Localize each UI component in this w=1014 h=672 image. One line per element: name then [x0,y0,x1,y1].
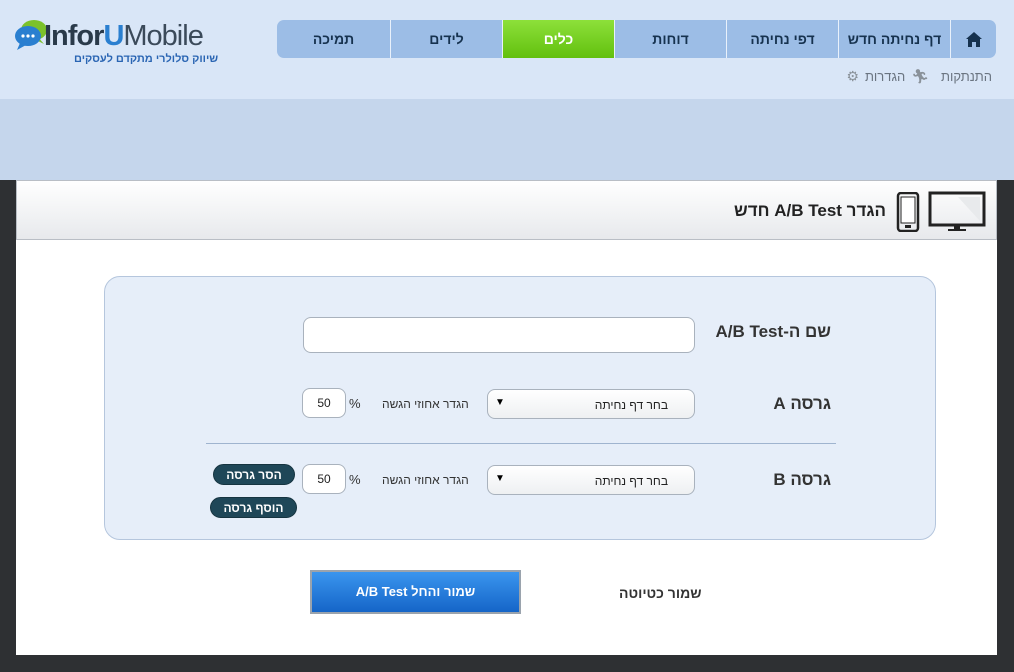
ab-test-form: שם ה-A/B Test גרסה A בחר דף נחיתה ▼ הגדר… [104,276,936,540]
version-b-label: גרסה B [773,470,831,489]
settings-link[interactable]: הגדרות [865,69,905,84]
save-draft-button[interactable]: שמור כטיוטה [619,585,702,601]
logo-part-1: Infor [44,20,104,52]
nav-new-landing-page[interactable]: דף נחיתה חדש [838,20,950,58]
version-a-select-value: בחר דף נחיתה [594,398,668,412]
header-subband [0,99,1014,180]
save-and-start-button[interactable]: שמור והחל A/B Test [310,570,521,614]
dropdown-arrow-icon: ▼ [495,473,505,484]
remove-version-button[interactable]: הסר גרסה [213,464,295,485]
add-version-button[interactable]: הוסף גרסה [210,497,297,518]
ab-test-panel: הגדר A/B Test חדש שם ה-A/B Test גרסה A ב… [16,180,997,655]
versions-divider [206,443,836,444]
gear-icon: ⚙ [846,68,859,84]
version-b-percent-label: הגדר אחוזי הגשה [382,473,469,487]
version-a-percent-sign: % [349,396,361,411]
logo-part-3: Mobile [123,20,203,52]
version-b-select-value: בחר דף נחיתה [594,474,668,488]
chat-bubbles-icon [15,20,47,50]
main-nav: דף נחיתה חדש דפי נחיתה דוחות כלים לידים … [277,20,996,58]
monitor-icon[interactable] [928,191,986,233]
version-b-percent-input[interactable]: 50 [302,464,346,494]
version-a-percent-input[interactable]: 50 [302,388,346,418]
logout-link[interactable]: התנתקות [941,69,992,84]
phone-icon[interactable] [896,192,920,232]
nav-reports[interactable]: דוחות [614,20,726,58]
logo-wordmark: InforUMobile [44,20,204,53]
panel-title: הגדר A/B Test חדש [734,201,886,220]
home-icon [965,31,982,47]
version-b-percent-sign: % [349,472,361,487]
dropdown-arrow-icon: ▼ [495,397,505,408]
version-b-page-select[interactable]: בחר דף נחיתה ▼ [487,465,695,495]
version-a-page-select[interactable]: בחר דף נחיתה ▼ [487,389,695,419]
panel-header: הגדר A/B Test חדש [16,180,997,240]
inforu-logo[interactable]: InforUMobile שיווק סלולרי מתקדם לעסקים [14,18,224,70]
running-man-icon: 🏃︎ [911,68,929,84]
version-a-label: גרסה A [773,394,831,413]
top-header: InforUMobile שיווק סלולרי מתקדם לעסקים ד… [0,0,1014,99]
test-name-input[interactable] [303,317,695,353]
user-bar: ⚙ הגדרות 🏃︎ התנתקות [846,68,992,85]
logo-tagline: שיווק סלולרי מתקדם לעסקים [74,53,219,65]
nav-support[interactable]: תמיכה [277,20,390,58]
nav-home-button[interactable] [950,20,996,58]
nav-tools[interactable]: כלים [502,20,614,58]
logo-part-2: U [103,20,124,52]
version-a-percent-label: הגדר אחוזי הגשה [382,397,469,411]
test-name-label: שם ה-A/B Test [715,322,831,341]
nav-landing-pages[interactable]: דפי נחיתה [726,20,838,58]
nav-leads[interactable]: לידים [390,20,502,58]
